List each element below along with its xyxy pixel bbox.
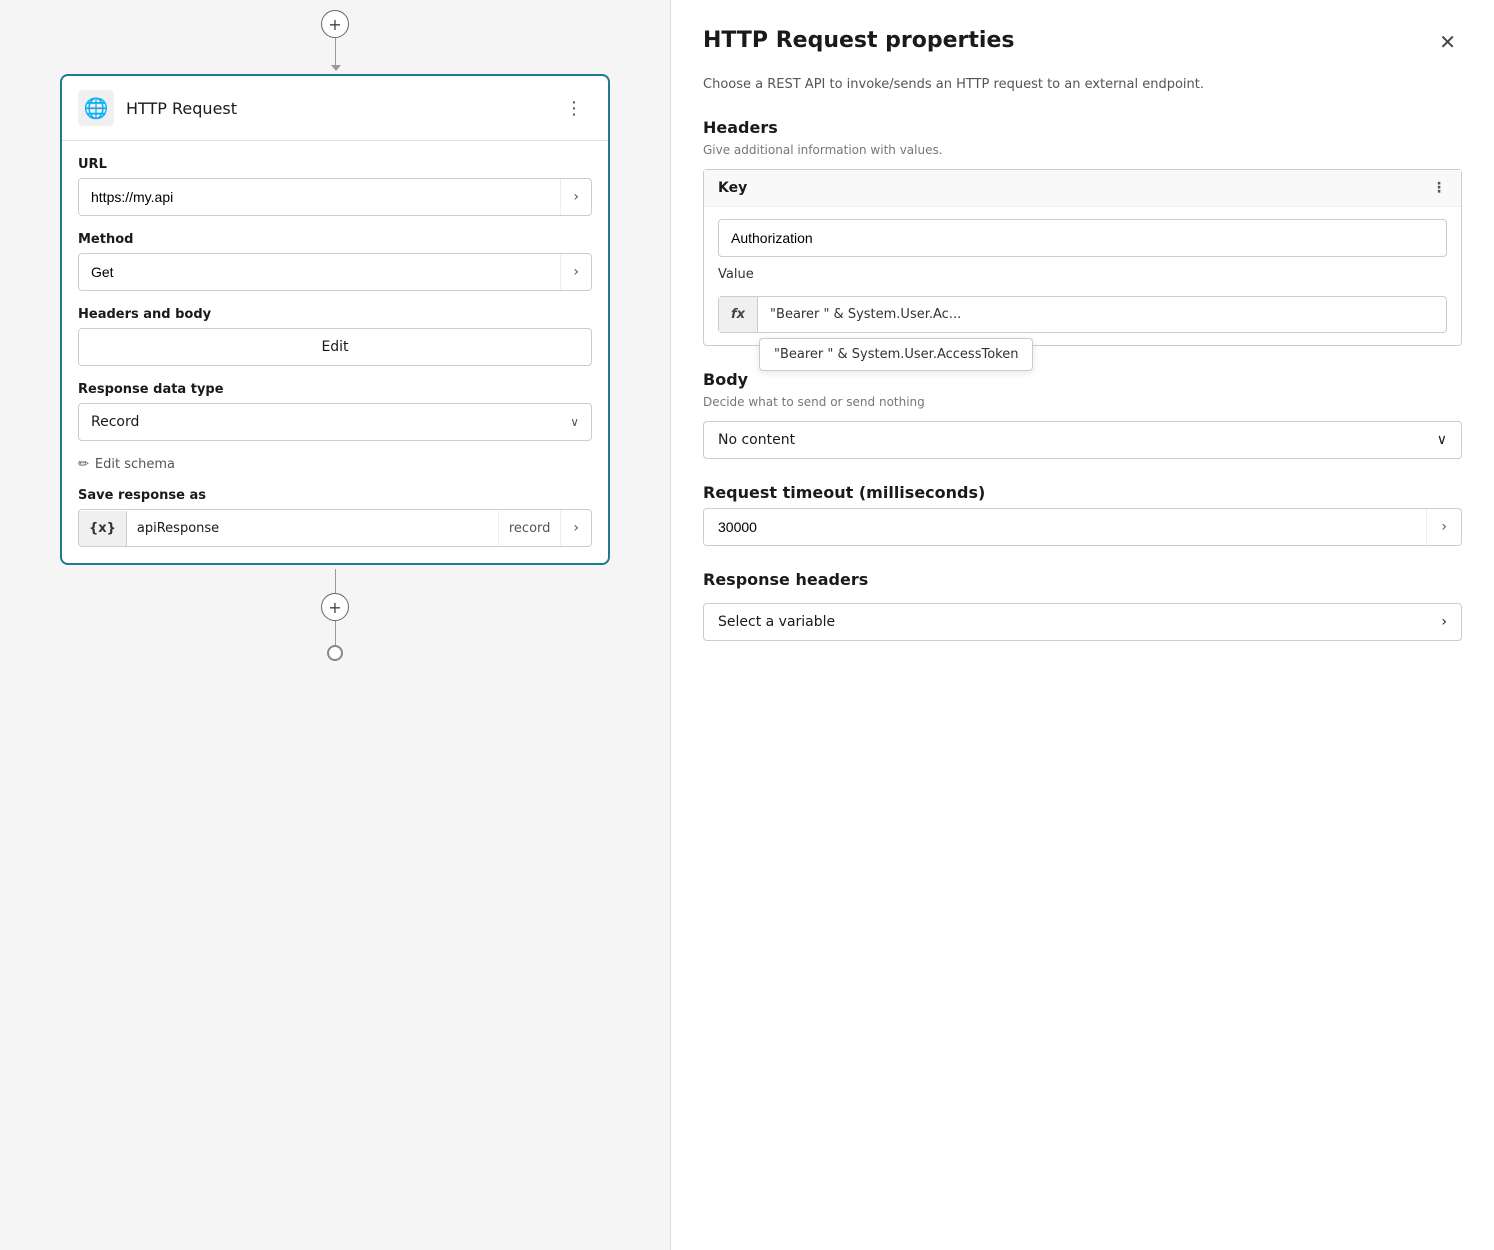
fx-tooltip: "Bearer " & System.User.AccessToken	[759, 338, 1033, 371]
plus-icon-top: +	[328, 15, 341, 34]
body-dropdown[interactable]: No content ∨	[703, 421, 1462, 459]
headers-body-field-group: Headers and body Edit	[78, 307, 592, 366]
body-value: No content	[718, 432, 795, 448]
timeout-input-row[interactable]: ›	[703, 508, 1462, 546]
card-header: 🌐 HTTP Request ⋮	[62, 76, 608, 141]
select-variable-text: Select a variable	[718, 614, 835, 630]
headers-key-label: Key	[718, 180, 747, 196]
body-hint: Decide what to send or send nothing	[703, 395, 1462, 409]
response-type-field-group: Response data type Record ∨	[78, 382, 592, 441]
body-chevron: ∨	[1437, 432, 1447, 448]
headers-hint: Give additional information with values.	[703, 143, 1462, 157]
pencil-icon: ✏	[78, 457, 89, 472]
headers-section-title: Headers	[703, 118, 1462, 137]
edit-schema-link[interactable]: ✏ Edit schema	[78, 457, 592, 472]
line-connector-bottom2	[335, 621, 336, 645]
save-response-arrow[interactable]: ›	[560, 510, 591, 546]
response-type-chevron: ∨	[570, 415, 579, 429]
url-arrow-button[interactable]: ›	[560, 179, 591, 215]
method-input-row[interactable]: ›	[78, 253, 592, 291]
panel-description: Choose a REST API to invoke/sends an HTT…	[703, 76, 1462, 94]
timeout-input[interactable]	[704, 509, 1426, 545]
connector-top: +	[321, 0, 349, 66]
timeout-arrow-button[interactable]: ›	[1426, 509, 1461, 545]
body-section-title: Body	[703, 370, 1462, 389]
fx-row: fx "Bearer " & System.User.Ac... "Bearer…	[718, 296, 1447, 333]
response-type-label: Response data type	[78, 382, 592, 397]
end-circle	[327, 645, 343, 661]
headers-box-header: Key ⋮	[704, 170, 1461, 207]
save-response-row[interactable]: {x} apiResponse record ›	[78, 509, 592, 547]
connector-bottom: +	[321, 569, 349, 661]
edit-button[interactable]: Edit	[78, 328, 592, 366]
panel-title: HTTP Request properties	[703, 28, 1014, 53]
method-field-group: Method ›	[78, 232, 592, 291]
var-name: apiResponse	[127, 511, 498, 546]
panel-header: HTTP Request properties ✕	[703, 28, 1462, 56]
headers-kebab-button[interactable]: ⋮	[1432, 180, 1447, 196]
headers-box-body: Value fx "Bearer " & System.User.Ac... "…	[704, 207, 1461, 345]
close-button[interactable]: ✕	[1433, 28, 1462, 56]
key-field	[718, 219, 1447, 257]
var-badge: {x}	[79, 511, 127, 546]
timeout-section-title: Request timeout (milliseconds)	[703, 483, 1462, 502]
card-title: HTTP Request	[126, 99, 545, 118]
headers-box: Key ⋮ Value fx "Bearer " & System.User.A…	[703, 169, 1462, 346]
add-bottom-button[interactable]: +	[321, 593, 349, 621]
url-input-row[interactable]: ›	[78, 178, 592, 216]
var-type: record	[498, 511, 561, 546]
method-arrow-button[interactable]: ›	[560, 254, 591, 290]
method-label: Method	[78, 232, 592, 247]
url-input[interactable]	[79, 179, 560, 215]
response-type-dropdown[interactable]: Record ∨	[78, 403, 592, 441]
response-headers-arrow: ›	[1441, 614, 1447, 630]
left-panel: + 🌐 HTTP Request ⋮ URL › Method	[0, 0, 670, 1250]
save-response-field-group: Save response as {x} apiResponse record …	[78, 488, 592, 547]
url-label: URL	[78, 157, 592, 172]
http-request-card: 🌐 HTTP Request ⋮ URL › Method ›	[60, 74, 610, 565]
card-body: URL › Method › Headers and body Edit	[62, 141, 608, 563]
save-response-label: Save response as	[78, 488, 592, 503]
url-field-group: URL ›	[78, 157, 592, 216]
right-panel: HTTP Request properties ✕ Choose a REST …	[670, 0, 1494, 1250]
response-type-value: Record	[91, 414, 139, 430]
fx-value: "Bearer " & System.User.Ac...	[758, 297, 1446, 332]
add-top-button[interactable]: +	[321, 10, 349, 38]
method-input[interactable]	[79, 254, 560, 290]
edit-schema-label: Edit schema	[95, 457, 175, 472]
fx-badge: fx	[719, 297, 758, 332]
key-input[interactable]	[718, 219, 1447, 257]
card-kebab-button[interactable]: ⋮	[557, 94, 592, 123]
response-headers-dropdown[interactable]: Select a variable ›	[703, 603, 1462, 641]
response-headers-title: Response headers	[703, 570, 1462, 589]
globe-icon: 🌐	[78, 90, 114, 126]
arrow-connector	[335, 38, 336, 66]
headers-body-label: Headers and body	[78, 307, 592, 322]
line-connector-bottom	[335, 569, 336, 593]
value-label: Value	[718, 267, 1447, 282]
plus-icon-bottom: +	[328, 598, 341, 617]
